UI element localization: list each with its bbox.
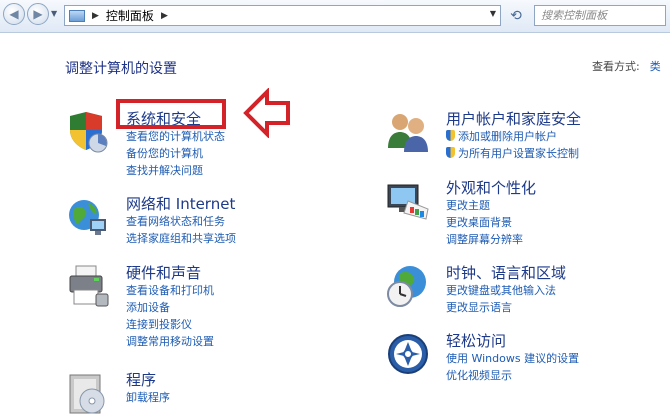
category-title[interactable]: 轻松访问 [446, 330, 506, 351]
printer-icon[interactable] [66, 264, 110, 308]
category-title[interactable]: 用户帐户和家庭安全 [446, 108, 581, 129]
link-view-status[interactable]: 查看您的计算机状态 [126, 128, 225, 145]
category-title[interactable]: 网络和 Internet [126, 193, 235, 214]
ease-of-access-icon[interactable] [386, 332, 430, 376]
link-parental-controls[interactable]: 为所有用户设置家长控制 [446, 145, 579, 162]
link-desktop-background[interactable]: 更改桌面背景 [446, 214, 523, 231]
link-devices-printers[interactable]: 查看设备和打印机 [126, 282, 214, 299]
page-title: 调整计算机的设置 [65, 61, 177, 77]
link-change-keyboard[interactable]: 更改键盘或其他输入法 [446, 282, 556, 299]
link-mobility-settings[interactable]: 调整常用移动设置 [126, 333, 214, 350]
link-display-language[interactable]: 更改显示语言 [446, 299, 556, 316]
recent-pages-dropdown-icon[interactable]: ▼ [51, 9, 57, 18]
control-panel-icon [69, 9, 85, 22]
clock-globe-icon[interactable] [386, 264, 430, 308]
forward-arrow-icon: ▶ [33, 7, 43, 21]
back-button[interactable]: ◀ [3, 3, 25, 25]
monitor-palette-icon[interactable] [386, 179, 430, 223]
link-network-status[interactable]: 查看网络状态和任务 [126, 213, 236, 230]
link-homegroup[interactable]: 选择家庭组和共享选项 [126, 230, 236, 247]
link-recommended-settings[interactable]: 使用 Windows 建议的设置 [446, 350, 579, 367]
view-by: 查看方式: 类 [592, 58, 661, 74]
red-arrow-icon [243, 88, 290, 138]
forward-button[interactable]: ▶ [27, 3, 49, 25]
view-by-dropdown[interactable]: 类 [650, 60, 661, 73]
category-title[interactable]: 外观和个性化 [446, 177, 536, 198]
view-by-label: 查看方式: [592, 60, 640, 73]
link-change-theme[interactable]: 更改主题 [446, 197, 523, 214]
programs-icon[interactable] [66, 371, 110, 415]
category-title[interactable]: 程序 [126, 369, 156, 390]
search-input[interactable]: 搜索控制面板 [534, 5, 666, 26]
link-backup[interactable]: 备份您的计算机 [126, 145, 225, 162]
category-title[interactable]: 硬件和声音 [126, 262, 201, 283]
refresh-icon: ⟲ [510, 7, 522, 24]
refresh-button[interactable]: ⟲ [505, 5, 527, 26]
back-arrow-icon: ◀ [9, 7, 19, 21]
shield-icon[interactable] [66, 110, 110, 154]
address-bar[interactable]: ▶ 控制面板 ▶ ▼ [64, 5, 501, 26]
address-dropdown-icon[interactable]: ▼ [490, 9, 496, 18]
link-connect-projector[interactable]: 连接到投影仪 [126, 316, 214, 333]
breadcrumb-separator-icon[interactable]: ▶ [161, 11, 168, 21]
breadcrumb-control-panel[interactable]: 控制面板 [106, 7, 154, 24]
link-uninstall-program[interactable]: 卸载程序 [126, 389, 170, 406]
red-highlight-box [116, 99, 226, 129]
address-toolbar: ◀ ▶ ▼ ▶ 控制面板 ▶ ▼ ⟲ 搜索控制面板 [0, 0, 670, 33]
link-optimize-display[interactable]: 优化视频显示 [446, 367, 579, 384]
breadcrumb-separator-icon[interactable]: ▶ [92, 11, 99, 21]
link-troubleshoot[interactable]: 查找并解决问题 [126, 162, 225, 179]
link-screen-resolution[interactable]: 调整屏幕分辨率 [446, 231, 523, 248]
link-add-device[interactable]: 添加设备 [126, 299, 214, 316]
users-icon[interactable] [386, 110, 430, 154]
link-add-remove-accounts[interactable]: 添加或删除用户帐户 [446, 128, 579, 145]
network-globe-icon[interactable] [66, 195, 110, 239]
category-title[interactable]: 时钟、语言和区域 [446, 262, 566, 283]
